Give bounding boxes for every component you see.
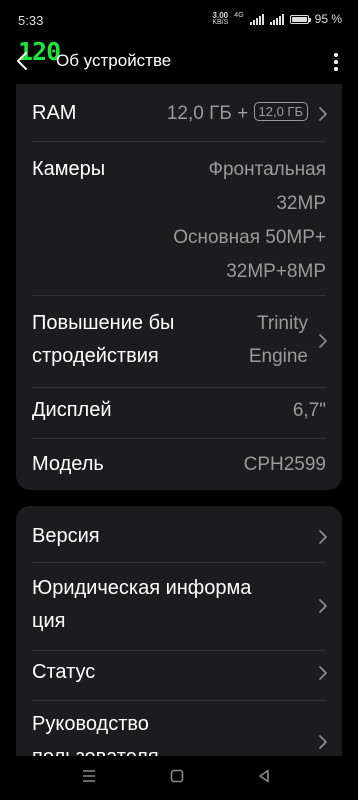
performance-row[interactable]: Повышение бы стродействия Trinity Engine xyxy=(32,307,328,377)
version-label: Версия xyxy=(32,525,100,547)
battery-percent: 95 % xyxy=(314,12,342,26)
more-options-icon[interactable] xyxy=(326,48,346,76)
divider xyxy=(32,562,326,563)
battery-icon xyxy=(289,14,311,24)
status-icons: 3.00 KB/S 4G 95 % xyxy=(212,11,342,27)
divider xyxy=(32,141,326,142)
chevron-right-icon xyxy=(318,529,328,545)
chevron-right-icon xyxy=(318,106,328,122)
main-camera-line2: 32MP+8MP xyxy=(226,261,326,282)
cameras-row: Камеры Фронтальная 32MP Основная 50MP+ 3… xyxy=(32,153,326,293)
network-speed: 3.00 KB/S xyxy=(212,11,229,27)
ram-expansion-badge: 12,0 ГБ xyxy=(253,102,308,121)
info-card: Версия Юридическая информа ция Статус Ру… xyxy=(16,506,342,776)
back-nav-icon[interactable] xyxy=(257,769,271,788)
model-value: CPH2599 xyxy=(243,454,326,475)
ram-value: 12,0 ГБ + 12,0 ГБ xyxy=(167,97,308,130)
ram-value-text: 12,0 ГБ + xyxy=(166,103,249,124)
network-speed-unit: KB/S xyxy=(212,19,229,26)
page-title: Об устройстве xyxy=(56,51,172,70)
status-label: Статус xyxy=(32,661,96,683)
performance-label-line2: стродействия xyxy=(32,345,159,367)
system-nav-bar xyxy=(0,756,358,800)
chevron-right-icon xyxy=(318,665,328,681)
divider xyxy=(32,295,326,296)
divider xyxy=(32,700,326,701)
network-speed-value: 3.00 xyxy=(212,11,229,20)
status-bar: 5:33 3.00 KB/S 4G 95 % xyxy=(0,0,358,40)
chevron-right-icon xyxy=(318,598,328,614)
performance-value-line1: Trinity xyxy=(256,313,308,334)
guide-label-line1: Руководство xyxy=(32,713,149,735)
status-row[interactable]: Статус xyxy=(32,656,328,690)
front-camera-line2: 32MP xyxy=(276,193,326,214)
network-type: 4G xyxy=(234,11,244,19)
divider xyxy=(32,387,326,388)
recent-apps-icon[interactable] xyxy=(82,769,96,788)
legal-info-row[interactable]: Юридическая информа ция xyxy=(32,572,328,640)
display-value: 6,7" xyxy=(292,400,326,421)
home-icon[interactable] xyxy=(170,769,184,788)
ram-row[interactable]: RAM 12,0 ГБ + 12,0 ГБ xyxy=(32,97,328,131)
status-time: 5:33 xyxy=(18,13,44,28)
specs-card: RAM 12,0 ГБ + 12,0 ГБ Камеры Фронтальная… xyxy=(16,84,342,490)
chevron-right-icon xyxy=(318,333,328,349)
legal-label-line1: Юридическая информа xyxy=(32,577,252,599)
ram-label: RAM xyxy=(32,102,77,124)
signal-icon xyxy=(249,13,264,25)
cameras-label: Камеры xyxy=(32,158,106,180)
main-camera-line1: Основная 50MP+ xyxy=(173,227,326,248)
chevron-right-icon xyxy=(318,734,328,750)
signal-icon-sim2 xyxy=(269,13,284,25)
display-label: Дисплей xyxy=(32,399,112,421)
model-label: Модель xyxy=(32,453,104,475)
performance-label-line1: Повышение бы xyxy=(32,312,175,334)
version-row[interactable]: Версия xyxy=(32,520,328,554)
legal-label-line2: ция xyxy=(32,610,66,632)
divider xyxy=(32,650,326,651)
performance-value-line2: Engine xyxy=(248,346,308,367)
front-camera-line1: Фронтальная xyxy=(208,159,326,180)
back-arrow-icon[interactable] xyxy=(13,49,35,73)
model-row: Модель CPH2599 xyxy=(32,448,326,482)
divider xyxy=(32,438,326,439)
display-row: Дисплей 6,7" xyxy=(32,394,326,428)
